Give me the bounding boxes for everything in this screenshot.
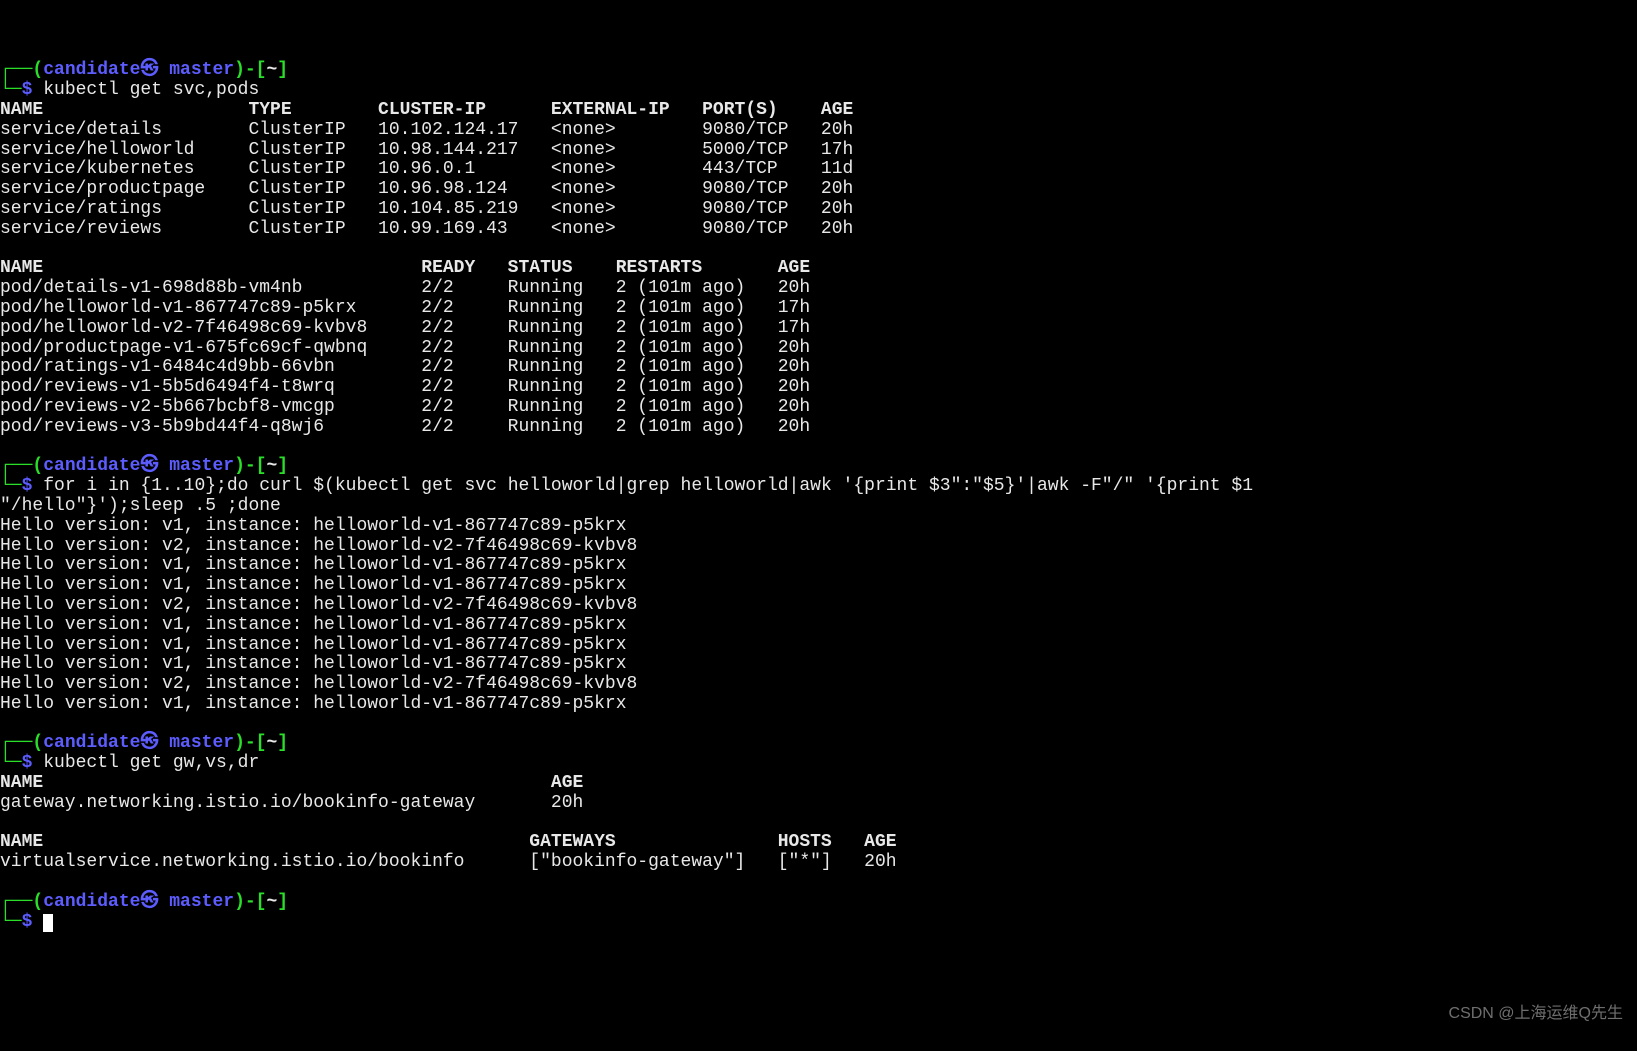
prompt-dollar: $ [22,912,44,932]
prompt-corner-bot: └─ [0,80,22,100]
prompt-corner-top: ┌── [0,456,32,476]
command-3: kubectl get gw,vs,dr [43,753,259,773]
prompt-close: ) [234,60,245,80]
command-2-line2: "/hello"}');sleep .5 ;done [0,496,281,516]
command-1: kubectl get svc,pods [43,80,259,100]
hello-row: Hello version: v1, instance: helloworld-… [0,575,627,595]
svc-row: service/reviews ClusterIP 10.99.169.43 <… [0,219,853,239]
prompt-corner-bot: └─ [0,476,22,496]
prompt-sep-close: ] [277,60,288,80]
cursor-block-icon[interactable] [43,914,53,932]
prompt-corner-top: ┌── [0,892,32,912]
prompt-sep-close: ] [277,456,288,476]
svc-header: NAME TYPE CLUSTER-IP EXTERNAL-IP PORT(S)… [0,100,853,120]
hello-row: Hello version: v1, instance: helloworld-… [0,615,627,635]
prompt-host: master [158,892,234,912]
prompt-corner-top: ┌── [0,733,32,753]
pod-row: pod/helloworld-v2-7f46498c69-kvbv8 2/2 R… [0,318,810,338]
prompt-sep-close: ] [277,892,288,912]
gw-row: gateway.networking.istio.io/bookinfo-gat… [0,793,583,813]
prompt-open: ( [32,60,43,80]
prompt-user: candidate [43,456,140,476]
vs-header: NAME GATEWAYS HOSTS AGE [0,832,897,852]
hello-row: Hello version: v2, instance: helloworld-… [0,536,637,556]
prompt-open: ( [32,733,43,753]
pod-header: NAME READY STATUS RESTARTS AGE [0,258,810,278]
prompt-dollar: $ [22,476,44,496]
prompt-sep-open: -[ [245,60,267,80]
hello-row: Hello version: v1, instance: helloworld-… [0,516,627,536]
prompt-open: ( [32,892,43,912]
prompt-path: ~ [266,733,277,753]
prompt-dollar: $ [22,80,44,100]
prompt-user: candidate [43,60,140,80]
terminal-output[interactable]: ┌──(candidate㉿ master)-[~] └─$ kubectl g… [0,59,1637,932]
prompt-user: candidate [43,733,140,753]
pod-row: pod/productpage-v1-675fc69cf-qwbnq 2/2 R… [0,338,810,358]
prompt-close: ) [234,456,245,476]
svc-row: service/productpage ClusterIP 10.96.98.1… [0,179,853,199]
prompt-corner-bot: └─ [0,753,22,773]
prompt-host: master [158,456,234,476]
prompt-sep-close: ] [277,733,288,753]
prompt-sep-open: -[ [245,456,267,476]
pod-row: pod/details-v1-698d88b-vm4nb 2/2 Running… [0,278,810,298]
swirl-icon: ㉿ [140,733,158,753]
hello-row: Hello version: v2, instance: helloworld-… [0,674,637,694]
prompt-sep-open: -[ [245,892,267,912]
svc-row: service/ratings ClusterIP 10.104.85.219 … [0,199,853,219]
hello-row: Hello version: v2, instance: helloworld-… [0,595,637,615]
prompt-corner-top: ┌── [0,60,32,80]
prompt-user: candidate [43,892,140,912]
pod-row: pod/reviews-v2-5b667bcbf8-vmcgp 2/2 Runn… [0,397,810,417]
svc-row: service/details ClusterIP 10.102.124.17 … [0,120,853,140]
prompt-path: ~ [266,60,277,80]
prompt-sep-open: -[ [245,733,267,753]
hello-row: Hello version: v1, instance: helloworld-… [0,635,627,655]
swirl-icon: ㉿ [140,892,158,912]
pod-row: pod/reviews-v1-5b5d6494f4-t8wrq 2/2 Runn… [0,377,810,397]
prompt-path: ~ [266,456,277,476]
swirl-icon: ㉿ [140,456,158,476]
svc-row: service/helloworld ClusterIP 10.98.144.2… [0,140,853,160]
prompt-host: master [158,60,234,80]
command-2-line1: for i in {1..10};do curl $(kubectl get s… [43,476,1253,496]
prompt-close: ) [234,733,245,753]
gw-header: NAME AGE [0,773,583,793]
hello-row: Hello version: v1, instance: helloworld-… [0,555,627,575]
pod-row: pod/helloworld-v1-867747c89-p5krx 2/2 Ru… [0,298,810,318]
pod-row: pod/reviews-v3-5b9bd44f4-q8wj6 2/2 Runni… [0,417,810,437]
prompt-corner-bot: └─ [0,912,22,932]
hello-row: Hello version: v1, instance: helloworld-… [0,694,627,714]
vs-row: virtualservice.networking.istio.io/booki… [0,852,897,872]
pod-row: pod/ratings-v1-6484c4d9bb-66vbn 2/2 Runn… [0,357,810,377]
svc-row: service/kubernetes ClusterIP 10.96.0.1 <… [0,159,853,179]
swirl-icon: ㉿ [140,60,158,80]
prompt-close: ) [234,892,245,912]
prompt-host: master [158,733,234,753]
prompt-dollar: $ [22,753,44,773]
watermark-text: CSDN @上海运维Q先生 [1449,1005,1623,1023]
prompt-path: ~ [266,892,277,912]
hello-row: Hello version: v1, instance: helloworld-… [0,654,627,674]
prompt-open: ( [32,456,43,476]
